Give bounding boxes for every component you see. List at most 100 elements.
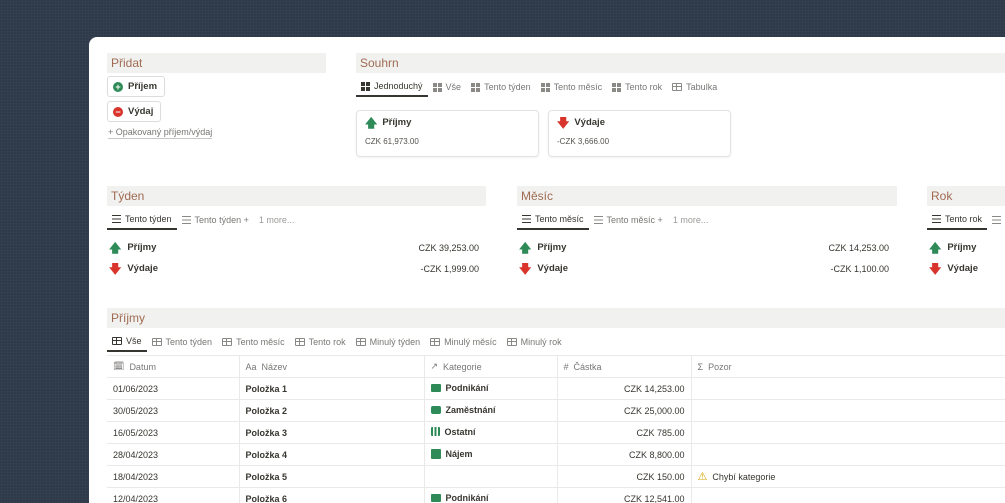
plus-icon: + [113, 81, 123, 92]
tab-vse[interactable]: Vše [107, 332, 147, 352]
tab-tento-mesic[interactable]: Tento měsíc [536, 77, 608, 97]
table-header-row: 🗓 Datum Aa Název ↗ Kategorie # Částka Σ Pozor [107, 355, 1005, 378]
prijmy-tabs: Vše Tento týden Tento měsíc Tento rok Mi… [107, 332, 567, 352]
number-icon: # [563, 361, 569, 372]
column-header-datum[interactable]: 🗓 Datum [107, 355, 240, 378]
tab-vse[interactable]: Vše [428, 77, 467, 97]
rok-tabs: Tento rok [927, 210, 1005, 230]
column-header-pozor[interactable]: Σ Pozor [691, 355, 1005, 378]
gallery-icon [361, 81, 370, 91]
list-icon [992, 216, 1002, 224]
briefcase-icon [430, 406, 441, 414]
table-icon [112, 337, 122, 345]
tab-tento-tyden[interactable]: Tento týden [107, 210, 177, 230]
summary-card-income[interactable]: 🡅 Příjmy CZK 61,973.00 [356, 110, 539, 157]
column-header-kategorie[interactable]: ↗ Kategorie [424, 355, 558, 378]
tab-tento-rok[interactable]: Tento rok [290, 332, 351, 352]
list-icon [593, 216, 603, 224]
souhrn-tabs: Jednoduchý Vše Tento týden Tento měsíc T… [356, 77, 722, 97]
tab-tento-rok[interactable]: Tento rok [927, 210, 988, 230]
column-header-castka[interactable]: # Částka [557, 355, 692, 378]
tab-tento-mesic[interactable]: Tento měsíc [217, 332, 290, 352]
formula-icon: Σ [697, 361, 704, 372]
arrow-up-icon: 🡅 [929, 240, 942, 255]
arrow-down-icon: 🡇 [929, 261, 942, 276]
arrow-up-icon: 🡅 [519, 240, 532, 255]
pridat-header: Přidat [107, 53, 326, 73]
gallery-icon [432, 82, 442, 92]
money-icon [430, 384, 441, 392]
text-type-icon: Aa [245, 361, 257, 372]
gallery-icon [471, 82, 481, 92]
tab-tabulka[interactable]: Tabulka [667, 77, 722, 97]
tab-minuly-mesic[interactable]: Minulý měsíc [425, 332, 502, 352]
add-income-button[interactable]: + Příjem [107, 76, 166, 97]
notion-page: Přidat + Příjem − Výdaj + Opakovaný příj… [89, 37, 1005, 503]
arrow-down-icon: 🡇 [519, 261, 532, 276]
add-expense-button[interactable]: − Výdaj [107, 101, 162, 122]
tab-tento-mesic[interactable]: Tento měsíc [517, 210, 589, 230]
summary-card-expense[interactable]: 🡇 Výdaje -CZK 3,666.00 [548, 110, 731, 157]
relation-icon: ↗ [430, 361, 439, 371]
table-icon [294, 338, 305, 346]
rok-header: Rok [927, 186, 1005, 206]
money-icon [430, 494, 441, 502]
recurring-link[interactable]: + Opakovaný příjem/výdaj [108, 127, 213, 139]
income-total: CZK 61,973.00 [365, 137, 419, 146]
tab-more[interactable] [987, 210, 1005, 230]
list-icon [181, 216, 191, 224]
column-header-nazev[interactable]: Aa Název [239, 355, 425, 378]
mesic-tabs: Tento měsíc Tento měsíc + 1 more... [517, 210, 713, 230]
calendar-icon: 🗓 [113, 361, 125, 371]
warning-icon: ⚠ [697, 471, 708, 483]
grid-dots-icon [430, 427, 440, 437]
gallery-icon [612, 82, 622, 92]
more-views-button[interactable]: 1 more... [254, 215, 300, 225]
souhrn-header: Souhrn [356, 53, 1005, 73]
list-item[interactable]: 🡅 Příjmy [929, 240, 1005, 255]
arrow-up-icon: 🡅 [109, 240, 122, 255]
table-icon [672, 83, 683, 91]
list-icon [522, 215, 531, 223]
table-row[interactable]: 01/06/2023 Položka 1 Podnikání CZK 14,25… [107, 377, 1005, 400]
expense-total: -CZK 3,666.00 [557, 137, 610, 146]
list-icon [932, 215, 941, 223]
tab-tento-mesic-plus[interactable]: Tento měsíc + [589, 210, 668, 230]
gallery-icon [540, 82, 550, 92]
add-income-label: Příjem [128, 81, 158, 92]
tab-tento-rok[interactable]: Tento rok [607, 77, 667, 97]
table-row[interactable]: 28/04/2023 Položka 4 Nájem CZK 8,800.00 [107, 443, 1005, 466]
list-icon [112, 215, 121, 223]
mesic-header: Měsíc [517, 186, 897, 206]
tab-tento-tyden[interactable]: Tento týden [466, 77, 536, 97]
table-icon [506, 338, 517, 346]
tab-minuly-rok[interactable]: Minulý rok [502, 332, 567, 352]
table-icon [355, 338, 366, 346]
list-item[interactable]: 🡅 Příjmy CZK 14,253.00 [519, 240, 889, 255]
table-icon [430, 338, 441, 346]
table-icon [151, 338, 162, 346]
list-item[interactable]: 🡇 Výdaje -CZK 1,100.00 [519, 261, 889, 276]
more-views-button[interactable]: 1 more... [668, 215, 714, 225]
tyden-header: Týden [107, 186, 486, 206]
tyden-tabs: Tento týden Tento týden + 1 more... [107, 210, 299, 230]
minus-icon: − [113, 106, 123, 117]
table-row[interactable]: 18/04/2023 Položka 5 CZK 150.00 ⚠ Chybí k… [107, 465, 1005, 488]
income-table: 🗓 Datum Aa Název ↗ Kategorie # Částka Σ Pozor… [107, 355, 1005, 503]
table-row[interactable]: 12/04/2023 Položka 6 Podnikání CZK 12,54… [107, 487, 1005, 503]
list-item[interactable]: 🡅 Příjmy CZK 39,253.00 [109, 240, 479, 255]
prijmy-header: Příjmy [107, 308, 1005, 328]
tab-minuly-tyden[interactable]: Minulý týden [351, 332, 426, 352]
tab-tento-tyden-plus[interactable]: Tento týden + [177, 210, 254, 230]
list-item[interactable]: 🡇 Výdaje -CZK 1,999.00 [109, 263, 479, 275]
table-row[interactable]: 16/05/2023 Položka 3 Ostatní CZK 785.00 [107, 421, 1005, 444]
list-item[interactable]: 🡇 Výdaje [929, 261, 1005, 276]
tab-tento-tyden[interactable]: Tento týden [147, 332, 218, 352]
arrow-down-icon: 🡇 [557, 115, 570, 130]
table-icon [222, 338, 233, 346]
tab-jednoduchy[interactable]: Jednoduchý [356, 77, 428, 97]
table-row[interactable]: 30/05/2023 Položka 2 Zaměstnání CZK 25,0… [107, 399, 1005, 422]
building-icon [430, 448, 441, 459]
arrow-up-icon: 🡅 [365, 115, 378, 130]
add-expense-label: Výdaj [128, 106, 154, 117]
